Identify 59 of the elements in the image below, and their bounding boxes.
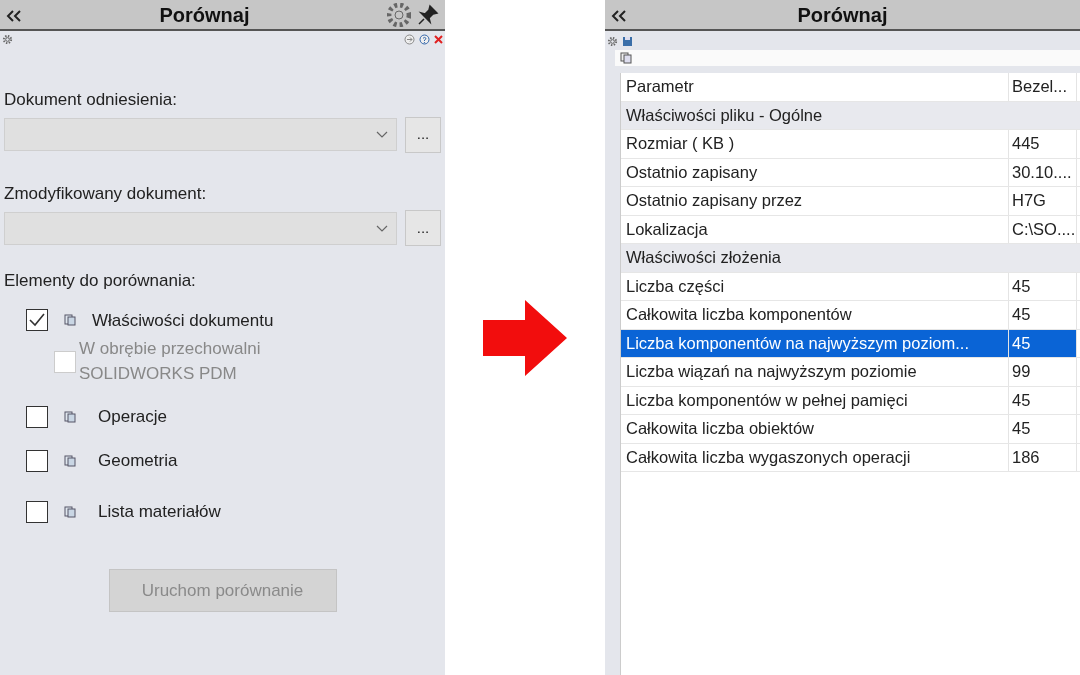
save-icon[interactable] [622,35,633,47]
arrow-icon [483,299,567,376]
table-cell[interactable]: Rozmiar ( KB ) [621,130,1009,158]
table-cell[interactable]: 45 [1009,329,1077,357]
table-cell[interactable]: C:\SO.... [1009,215,1077,243]
pin-icon[interactable] [417,3,439,26]
settings-icon[interactable] [607,35,618,47]
settings-icon[interactable] [2,33,13,45]
panel-title: Porównaj [158,2,251,28]
checkbox-label: Operacje [98,406,167,429]
help-icon[interactable] [419,33,430,45]
table-cell[interactable]: Całkowita liczba wygaszonych operacji [621,443,1009,471]
table-cell[interactable]: 45 [1009,415,1077,443]
bill-of-materials-icon [64,506,76,519]
collapse-icon[interactable] [6,8,22,23]
copy-document-icon[interactable] [620,52,632,64]
table-cell[interactable]: H7G [1009,187,1077,215]
table-cell[interactable]: 45 [1009,301,1077,329]
document-properties-icon [64,314,76,327]
table-cell[interactable]: Całkowita liczba obiektów [621,415,1009,443]
table-cell[interactable]: 45 [1009,272,1077,300]
table-cell[interactable]: 30.10.... [1009,158,1077,186]
table-cell[interactable]: Liczba komponentów na najwyższym poziom... [621,329,1009,357]
column-header[interactable]: Parametr [621,73,1009,101]
table-cell[interactable]: Liczba części [621,272,1009,300]
table-cell[interactable]: Ostatnio zapisany przez [621,187,1009,215]
check-icon [29,313,45,328]
feature-icon [64,411,76,424]
column-header[interactable]: Bezel... [1009,73,1077,101]
forward-icon[interactable] [404,33,415,45]
checkbox-label: Właściwości dokumentu [92,309,274,332]
checkbox[interactable] [26,406,48,429]
checkbox[interactable] [26,501,48,524]
table-cell[interactable]: Liczba wiązań na najwyższym poziomie [621,358,1009,386]
checkbox-label: W obrębie przechowalni SOLIDWORKS PDM [79,338,262,385]
table-cell[interactable]: 45 [1009,386,1077,414]
panel-title: Porównaj [796,2,889,28]
table-cell[interactable]: 99 [1009,358,1077,386]
close-icon[interactable] [434,34,443,44]
geometry-icon [64,454,76,467]
reference-document-label: Dokument odniesienia: [4,89,178,111]
compare-items-label: Elementy do porównania: [4,270,197,292]
table-cell[interactable]: 445 [1009,130,1077,158]
settings-icon[interactable] [387,2,411,27]
browse-button[interactable]: ... [405,210,441,246]
checkbox[interactable] [26,309,48,332]
checkbox-label: Geometria [98,449,178,472]
checkbox[interactable] [26,449,48,472]
checkbox-label: Lista materiałów [98,501,221,524]
browse-button[interactable]: ... [405,116,441,153]
table-cell[interactable]: 186 [1009,443,1077,471]
table-cell[interactable]: Ostatnio zapisany [621,158,1009,186]
table-cell[interactable]: Całkowita liczba komponentów [621,301,1009,329]
modified-document-label: Zmodyfikowany dokument: [4,182,208,205]
table-cell[interactable]: Lokalizacja [621,215,1009,243]
dropdown-caret-icon [376,131,388,138]
collapse-icon[interactable] [611,8,627,23]
dropdown-caret-icon [376,224,388,232]
table-cell[interactable]: Liczba komponentów w pełnej pamięci [621,386,1009,414]
